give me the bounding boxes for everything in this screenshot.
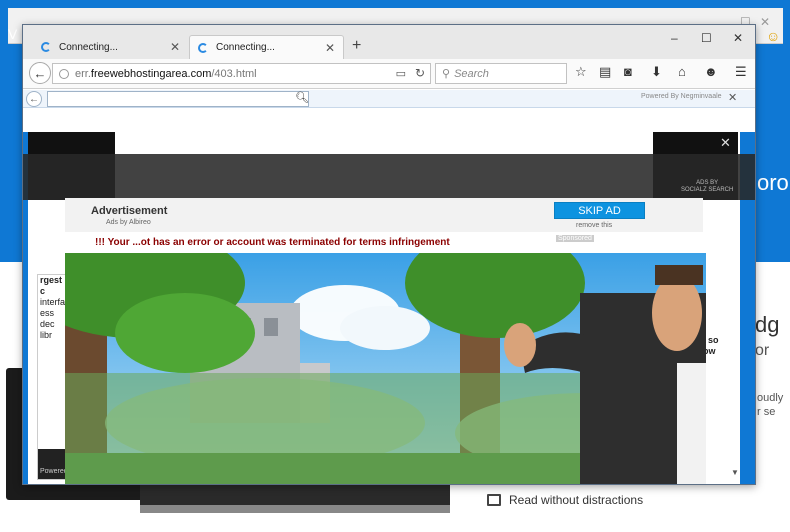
url-text: err.freewebhostingarea.com/403.html (75, 68, 257, 80)
advertisement-header: Advertisement Ads by Albireo SKIP AD rem… (65, 198, 703, 232)
menu-icon[interactable]: ☰ (735, 64, 747, 80)
bookmarks-list-icon[interactable]: ▤ (599, 64, 611, 80)
ads-by-brand: SOCIALZ SEARCH (681, 187, 734, 193)
globe-icon (59, 68, 69, 79)
tab-connecting-1[interactable]: Connecting... ✕ (33, 35, 188, 59)
url-path: /403.html (211, 67, 257, 80)
error-message: !!! Your ...ot has an error or account w… (95, 237, 450, 248)
back-arrow-icon: ← (33, 65, 47, 81)
book-icon (487, 494, 501, 506)
snippet-line: ess (40, 308, 55, 318)
browser-window: Connecting... ✕ Connecting... ✕ + – ☐ ✕ … (22, 24, 756, 485)
ads-by-tag: ADS BY SOCIALZ SEARCH (681, 180, 733, 194)
reload-icon[interactable]: ↻ (415, 66, 425, 80)
bg-smiley-icon: ☺ (766, 28, 781, 44)
downloads-icon[interactable]: ⬇ (651, 64, 662, 80)
search-placeholder: Search (454, 67, 489, 80)
navigation-bar: ← err.freewebhostingarea.com/403.html ▭ … (23, 59, 755, 89)
back-button[interactable]: ← (29, 62, 51, 84)
bookmark-star-icon[interactable]: ☆ (575, 64, 587, 80)
reader-view-icon[interactable]: ▭ (396, 67, 406, 80)
search-input[interactable]: ⚲ Search (435, 63, 567, 84)
close-window-button[interactable]: ✕ (733, 31, 743, 45)
background-right-body-1: oudly (757, 392, 784, 404)
close-tab-icon[interactable]: ✕ (170, 40, 180, 54)
read-label: Read without distractions (509, 493, 644, 507)
new-tab-button[interactable]: + (352, 37, 361, 55)
adware-toolbar: ← 🔍︎ Powered By Negminvaale ✕ (23, 90, 755, 108)
tab-label: Connecting... (216, 42, 275, 53)
cartoon-scene-image (65, 253, 706, 484)
snippet-line: interfa (40, 297, 66, 307)
page-content: ← 🔍︎ Powered By Negminvaale ✕ ✕ ADS BY S… (23, 90, 755, 484)
scroll-down-arrow-icon[interactable]: ▼ (731, 468, 739, 477)
pocket-icon[interactable]: ◙ (624, 64, 632, 79)
close-tab-icon[interactable]: ✕ (325, 41, 335, 55)
background-left-heading: V (8, 26, 18, 42)
skip-ad-button[interactable]: SKIP AD (554, 202, 645, 219)
remove-this-link[interactable]: remove this (576, 222, 612, 229)
snippet-line: dec libr (40, 319, 55, 340)
url-domain: freewebhostingarea.com (90, 67, 212, 80)
search-icon: ⚲ (442, 68, 451, 80)
toolbar-back-button[interactable]: ← (26, 91, 42, 107)
chat-icon[interactable]: ☻ (704, 64, 718, 79)
left-page-snippet: rgest c interfa ess dec libr Powered (37, 274, 67, 480)
tab-connecting-2[interactable]: Connecting... ✕ (189, 35, 344, 59)
background-right-body-2: r se (757, 406, 776, 418)
overlay-close-button[interactable]: ✕ (720, 135, 731, 151)
maximize-button[interactable]: ☐ (701, 31, 712, 45)
advertisement-image[interactable] (65, 253, 706, 484)
ad-overlay-bar (23, 154, 755, 200)
snippet-powered: Powered (40, 468, 67, 475)
background-right-heading-3: or (755, 342, 770, 359)
advertisement-title: Advertisement (91, 205, 168, 217)
home-icon[interactable]: ⌂ (678, 64, 686, 79)
back-arrow-icon: ← (29, 93, 39, 105)
snippet-line: rgest c (40, 275, 63, 296)
laptop-stand-image (140, 505, 450, 513)
ads-by-albireo[interactable]: Ads by Albireo (106, 219, 151, 226)
minimize-button[interactable]: – (671, 31, 678, 45)
title-bar: Connecting... ✕ Connecting... ✕ + – ☐ ✕ (23, 25, 755, 59)
loading-spinner-icon (198, 42, 208, 53)
url-bar[interactable]: err.freewebhostingarea.com/403.html ▭ ↻ (52, 63, 431, 84)
background-right-heading-2: dg (755, 312, 780, 337)
sponsored-tag: Sponsored (556, 235, 594, 242)
background-right-heading: oro (757, 170, 789, 195)
tab-label: Connecting... (59, 41, 118, 53)
toolbar-powered-by: Powered By Negminvaale (641, 93, 722, 100)
ads-by-label: ADS BY (696, 180, 719, 186)
toolbar-search-input[interactable] (47, 91, 309, 107)
magnifier-icon[interactable]: 🔍︎ (295, 91, 309, 104)
loading-spinner-icon (41, 42, 51, 52)
bg-close-icon: ✕ (760, 15, 771, 29)
url-subdomain: err. (75, 67, 91, 80)
toolbar-close-button[interactable]: ✕ (728, 91, 737, 104)
read-without-distractions[interactable]: Read without distractions (487, 493, 643, 507)
